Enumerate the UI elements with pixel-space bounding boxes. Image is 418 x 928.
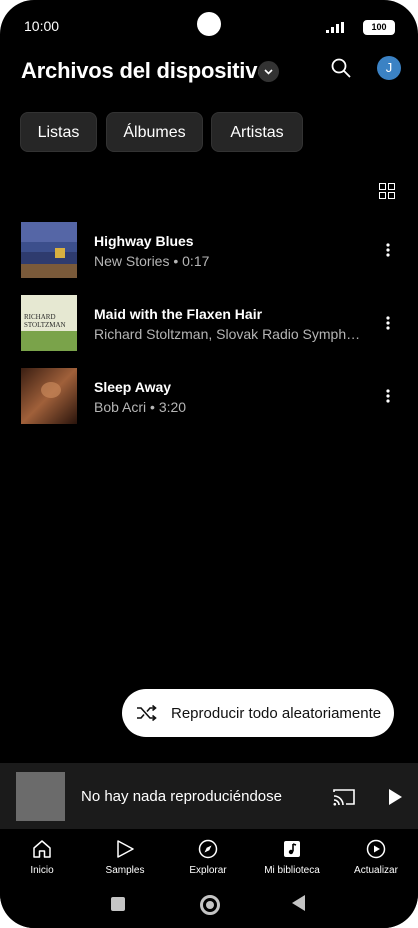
shuffle-all-button[interactable]: Reproducir todo aleatoriamente: [122, 689, 394, 737]
album-art: [21, 222, 77, 278]
battery-icon: 100: [363, 20, 395, 35]
nav-label: Actualizar: [354, 865, 398, 876]
track-subtitle: Richard Stoltzman, Slovak Radio Sympho…: [94, 326, 364, 342]
signal-icon: [326, 22, 344, 33]
nav-label: Explorar: [189, 865, 227, 876]
album-art: RICHARD STOLTZMAN: [21, 295, 77, 351]
home-button[interactable]: [200, 895, 220, 915]
play-icon[interactable]: [387, 788, 403, 806]
mini-player-art: [16, 772, 65, 821]
home-icon: [33, 840, 51, 858]
nav-item-actualizar[interactable]: Actualizar: [336, 839, 416, 876]
camera-cutout: [197, 12, 221, 36]
more-vert-icon[interactable]: [383, 388, 393, 404]
nav-item-explorar[interactable]: Explorar: [168, 839, 248, 876]
chip-albumes[interactable]: Álbumes: [106, 112, 203, 152]
track-row[interactable]: Sleep Away Bob Acri • 3:20: [0, 368, 418, 424]
page-title[interactable]: Archivos del dispositivo: [21, 58, 271, 84]
bottom-nav: Inicio Samples Explorar Mi biblioteca Ac…: [0, 829, 418, 889]
system-nav-bar: [0, 889, 418, 928]
track-subtitle: New Stories • 0:17: [94, 253, 210, 269]
search-icon[interactable]: [331, 58, 351, 78]
track-title: Sleep Away: [94, 379, 172, 395]
upgrade-icon: [366, 839, 386, 859]
nav-label: Mi biblioteca: [264, 865, 320, 876]
nav-item-inicio[interactable]: Inicio: [2, 839, 82, 876]
status-time: 10:00: [24, 18, 60, 34]
chip-listas[interactable]: Listas: [20, 112, 97, 152]
nav-item-mi-biblioteca[interactable]: Mi biblioteca: [252, 839, 332, 876]
back-button[interactable]: [292, 895, 305, 911]
shuffle-icon: [137, 704, 157, 722]
nav-label: Inicio: [30, 865, 54, 876]
chevron-down-icon[interactable]: [258, 61, 279, 82]
chip-artistas[interactable]: Artistas: [211, 112, 303, 152]
grid-view-icon[interactable]: [379, 183, 395, 199]
album-art: [21, 368, 77, 424]
more-vert-icon[interactable]: [383, 242, 393, 258]
track-row[interactable]: Highway Blues New Stories • 0:17: [0, 222, 418, 278]
phone-screen: 10:00 100 Archivos del dispositivo J Lis…: [0, 0, 418, 928]
track-title: Highway Blues: [94, 233, 194, 249]
more-vert-icon[interactable]: [383, 315, 393, 331]
mini-player-text: No hay nada reproduciéndose: [81, 788, 282, 805]
recents-button[interactable]: [111, 897, 125, 911]
shuffle-label: Reproducir todo aleatoriamente: [171, 705, 382, 722]
compass-icon: [198, 839, 218, 859]
mini-player[interactable]: No hay nada reproduciéndose: [0, 763, 418, 829]
nav-label: Samples: [105, 865, 145, 876]
track-title: Maid with the Flaxen Hair: [94, 306, 263, 322]
album-art-text: RICHARD STOLTZMAN: [24, 313, 66, 329]
app-header: Archivos del dispositivo J: [21, 56, 401, 86]
track-subtitle: Bob Acri • 3:20: [94, 399, 187, 415]
samples-icon: [117, 840, 134, 858]
avatar[interactable]: J: [377, 56, 401, 80]
library-icon: [284, 841, 300, 857]
cast-icon[interactable]: [333, 788, 355, 806]
track-row[interactable]: RICHARD STOLTZMAN Maid with the Flaxen H…: [0, 295, 418, 351]
status-bar: 10:00 100: [0, 0, 418, 54]
nav-item-samples[interactable]: Samples: [85, 839, 165, 876]
